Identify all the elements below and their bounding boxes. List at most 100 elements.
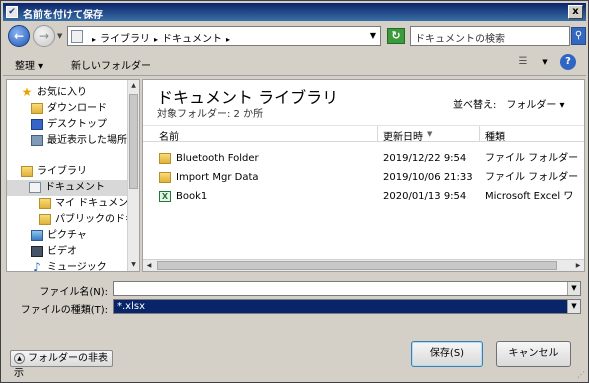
search-input[interactable]: ドキュメントの検索 xyxy=(410,26,570,46)
sidebar-item-documents[interactable]: ドキュメント xyxy=(7,180,130,196)
sidebar-item-label: ミュージック xyxy=(47,262,107,272)
desktop-icon xyxy=(31,118,43,130)
address-dropdown-icon[interactable]: ▼ xyxy=(370,31,376,40)
scroll-right-icon[interactable]: ▶ xyxy=(572,260,584,271)
new-folder-button[interactable]: 新しいフォルダー xyxy=(71,57,151,72)
recent-places-icon xyxy=(31,134,43,146)
filetype-select[interactable]: *.xlsx ▼ xyxy=(113,299,581,314)
filetype-label: ファイルの種類(T): xyxy=(20,305,108,316)
file-name: Import Mgr Data xyxy=(176,172,259,183)
file-row[interactable]: Import Mgr Data 2019/10/06 21:33 ファイル フォ… xyxy=(143,169,584,187)
address-bar[interactable]: ▸ ライブラリ ▸ ドキュメント ▸ ▼ xyxy=(67,26,381,46)
refresh-button[interactable]: ↻ xyxy=(387,28,405,44)
library-subtitle[interactable]: 対象フォルダー: 2 か所 xyxy=(157,105,263,120)
back-button[interactable]: ← xyxy=(8,25,30,47)
file-name-cell: Import Mgr Data xyxy=(159,169,259,187)
sidebar-item-favorites[interactable]: ★ お気に入り xyxy=(21,85,139,101)
sidebar-item-desktop[interactable]: デスクトップ xyxy=(31,117,139,133)
file-name: Book1 xyxy=(176,191,208,202)
sidebar-item-public-documents[interactable]: パブリックのドキュメ xyxy=(39,212,139,228)
file-list-horizontal-scrollbar[interactable]: ◀ ▶ xyxy=(143,259,584,271)
sidebar-item-music[interactable]: ♪ ミュージック xyxy=(31,259,139,272)
column-divider[interactable] xyxy=(377,126,378,142)
scroll-down-icon[interactable]: ▼ xyxy=(128,259,139,271)
chevron-down-icon[interactable]: ▼ xyxy=(567,282,580,295)
breadcrumb-documents[interactable]: ドキュメント xyxy=(160,34,224,45)
search-icon[interactable]: ⚲ xyxy=(571,27,586,45)
forward-button[interactable]: → xyxy=(33,25,55,47)
video-icon xyxy=(31,245,43,257)
recent-pages-dropdown-icon[interactable]: ▼ xyxy=(57,32,62,40)
pictures-icon xyxy=(31,229,43,241)
sidebar-item-pictures[interactable]: ピクチャ xyxy=(31,228,139,244)
navigation-bar: ← → ▼ ▸ ライブラリ ▸ ドキュメント ▸ ▼ ↻ ドキュメントの検索 ⚲ xyxy=(3,22,586,49)
hide-folders-button[interactable]: ▲ フォルダーの非表示 xyxy=(10,350,113,379)
chevron-down-icon[interactable]: ▼ xyxy=(567,300,580,313)
column-divider[interactable] xyxy=(479,126,480,142)
filename-label: ファイル名(N): xyxy=(39,287,108,298)
file-date: 2019/10/06 21:33 xyxy=(383,172,473,183)
title-bar: ✔ 名前を付けて保存 x xyxy=(3,3,586,21)
sidebar-item-label: ビデオ xyxy=(47,246,77,257)
sidebar-item-downloads[interactable]: ダウンロード xyxy=(31,101,139,117)
view-dropdown-icon[interactable]: ▼ xyxy=(537,54,553,70)
filename-field[interactable]: ▼ xyxy=(113,281,581,296)
window-title: 名前を付けて保存 xyxy=(23,10,103,21)
app-icon: ✔ xyxy=(6,6,18,18)
arrange-by-dropdown[interactable]: 並べ替え: フォルダー ▾ xyxy=(453,96,565,111)
organize-button[interactable]: 整理 ▾ xyxy=(15,57,43,72)
close-button[interactable]: x xyxy=(568,5,583,19)
cancel-button[interactable]: キャンセル xyxy=(496,341,571,367)
resize-grip-icon[interactable]: ⋰ xyxy=(577,370,585,379)
scroll-up-icon[interactable]: ▲ xyxy=(128,80,139,92)
sidebar-item-label: 最近表示した場所 xyxy=(47,135,127,146)
save-button[interactable]: 保存(S) xyxy=(411,341,483,367)
sidebar-item-recent-places[interactable]: 最近表示した場所 xyxy=(31,133,139,149)
documents-icon xyxy=(29,181,41,193)
sidebar-item-label: ダウンロード xyxy=(47,103,107,114)
file-date: 2019/12/22 9:54 xyxy=(383,153,467,164)
excel-icon: X xyxy=(159,190,171,202)
sidebar-item-videos[interactable]: ビデオ xyxy=(31,244,139,260)
file-type: Microsoft Excel ワ xyxy=(485,191,574,202)
music-icon: ♪ xyxy=(33,259,41,272)
help-icon[interactable]: ? xyxy=(560,54,576,70)
column-name[interactable]: 名前 xyxy=(159,128,179,143)
file-row[interactable]: X Book1 2020/01/13 9:54 Microsoft Excel ワ xyxy=(143,188,584,206)
sidebar-item-label: デスクトップ xyxy=(47,119,107,130)
file-type: ファイル フォルダー xyxy=(485,172,579,183)
sort-arrow-icon: ▼ xyxy=(427,130,433,138)
view-options-icon[interactable]: ☰ xyxy=(515,54,531,70)
navigation-pane: ★ お気に入り ダウンロード デスクトップ 最近表示した場所 ライブラリ ドキュメ… xyxy=(6,79,140,272)
folder-icon xyxy=(159,152,171,164)
hide-folders-label: フォルダーの非表示 xyxy=(14,353,108,379)
scroll-left-icon[interactable]: ◀ xyxy=(143,260,155,271)
file-list-pane: ドキュメント ライブラリ 対象フォルダー: 2 か所 並べ替え: フォルダー ▾… xyxy=(142,79,585,272)
file-name: Bluetooth Folder xyxy=(176,153,259,164)
scrollbar-thumb[interactable] xyxy=(129,94,138,189)
scrollbar-thumb[interactable] xyxy=(157,261,557,270)
file-date: 2020/01/13 9:54 xyxy=(383,191,467,202)
chevron-right-icon[interactable]: ▸ xyxy=(152,35,160,44)
breadcrumb-library[interactable]: ライブラリ xyxy=(98,34,152,45)
filetype-value: *.xlsx xyxy=(117,301,146,312)
sidebar-item-my-documents[interactable]: マイ ドキュメント xyxy=(39,196,139,212)
column-header: 名前 更新日時 ▼ 種類 xyxy=(143,125,584,143)
sidebar-item-label: ピクチャ xyxy=(47,230,87,241)
sidebar-item-label: お気に入り xyxy=(37,87,87,98)
folder-icon xyxy=(159,171,171,183)
chevron-right-icon[interactable]: ▸ xyxy=(90,35,98,44)
folder-icon xyxy=(39,197,51,209)
library-icon xyxy=(21,165,33,177)
chevron-right-icon[interactable]: ▸ xyxy=(224,35,232,44)
chevron-up-icon: ▲ xyxy=(14,352,25,364)
breadcrumb: ▸ ライブラリ ▸ ドキュメント ▸ xyxy=(90,30,232,45)
save-as-dialog: ✔ 名前を付けて保存 x ← → ▼ ▸ ライブラリ ▸ ドキュメント ▸ ▼ ↻ ドキ… xyxy=(0,0,589,383)
column-type[interactable]: 種類 xyxy=(485,128,505,143)
sidebar-vertical-scrollbar[interactable]: ▲ ▼ xyxy=(127,80,139,271)
sidebar-item-libraries[interactable]: ライブラリ xyxy=(21,164,139,180)
column-date-modified[interactable]: 更新日時 xyxy=(383,128,423,143)
file-row[interactable]: Bluetooth Folder 2019/12/22 9:54 ファイル フォ… xyxy=(143,150,584,168)
file-type: ファイル フォルダー xyxy=(485,153,579,164)
sidebar-item-label: マイ ドキュメント xyxy=(55,198,139,209)
